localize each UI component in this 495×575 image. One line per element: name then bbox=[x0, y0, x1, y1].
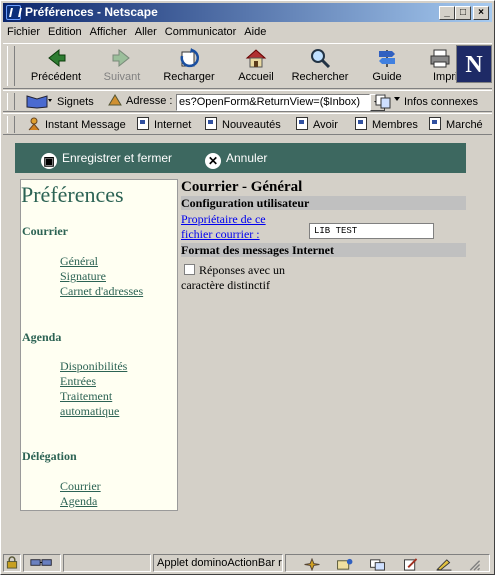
section-bar-internet-format: Format des messages Internet bbox=[181, 243, 466, 257]
section-heading-delegation: Délégation bbox=[22, 449, 77, 463]
instant-message-person-icon bbox=[28, 117, 40, 131]
section-heading-courrier: Courrier bbox=[22, 224, 68, 238]
menu-fichier[interactable]: Fichier bbox=[3, 23, 44, 42]
reload-button[interactable]: Recharger bbox=[158, 46, 220, 88]
personal-link-avoir[interactable]: Avoir bbox=[296, 117, 338, 133]
connection-cell bbox=[23, 554, 61, 572]
reload-icon bbox=[180, 48, 200, 68]
sidebar-link-signature[interactable]: Signature bbox=[60, 269, 106, 284]
back-arrow-icon bbox=[48, 48, 66, 68]
preferences-form: Courrier - Général Configuration utilisa… bbox=[180, 179, 466, 511]
toolbar-grip[interactable] bbox=[7, 116, 15, 133]
address-input[interactable]: es?OpenForm&ReturnView=($Inbox) bbox=[176, 94, 370, 111]
discussion-groups-icon[interactable] bbox=[369, 558, 387, 571]
navigator-icon[interactable] bbox=[303, 558, 321, 571]
menu-bar: Fichier Edition Afficher Aller Communicator A… bbox=[3, 23, 492, 42]
netscape-logo[interactable]: N bbox=[456, 45, 492, 83]
page-proxy-icon bbox=[108, 94, 122, 106]
bookmarks-button[interactable]: Signets bbox=[25, 93, 94, 109]
menu-afficher[interactable]: Afficher bbox=[86, 23, 131, 42]
menu-edition[interactable]: Edition bbox=[44, 23, 86, 42]
personal-toolbar: Instant Message Internet Nouveautés Avoi… bbox=[3, 113, 492, 135]
composer-icon[interactable] bbox=[402, 558, 420, 571]
owner-input[interactable]: LIB TEST bbox=[309, 223, 434, 239]
netscape-app-icon bbox=[6, 5, 21, 20]
personal-link-marche[interactable]: Marché bbox=[429, 117, 483, 133]
status-text: Applet dominoActionBar ru bbox=[153, 554, 283, 572]
page-content: ▣ Enregistrer et fermer ✕ Annuler Préféren… bbox=[13, 139, 482, 551]
section-bar-configuration: Configuration utilisateur bbox=[181, 196, 466, 210]
owner-help-link[interactable]: Propriétaire de ce fichier courrier : bbox=[181, 212, 291, 242]
status-bar: Applet dominoActionBar ru bbox=[3, 553, 492, 573]
back-button[interactable]: Précédent bbox=[25, 46, 87, 88]
action-bar: ▣ Enregistrer et fermer ✕ Annuler bbox=[15, 143, 466, 173]
sidebar-link-carnet-adresses[interactable]: Carnet d'adresses bbox=[60, 284, 143, 299]
guide-signpost-icon bbox=[379, 50, 395, 67]
save-disk-icon: ▣ bbox=[41, 153, 57, 169]
lock-icon bbox=[6, 556, 18, 569]
sidebar-link-delegation-agenda[interactable]: Agenda bbox=[60, 494, 97, 509]
bookmark-page-icon bbox=[296, 117, 308, 130]
bookmark-page-icon bbox=[429, 117, 441, 130]
sidebar-link-entrees[interactable]: Entrées bbox=[60, 374, 96, 389]
personal-link-membres[interactable]: Membres bbox=[355, 117, 418, 133]
bookmarks-icon bbox=[26, 95, 52, 109]
preferences-navigation: Préférences Courrier Général Signature C… bbox=[20, 179, 178, 511]
resize-grip-icon[interactable] bbox=[466, 558, 482, 571]
checkbox-label: Réponses avec un caractère distinctif bbox=[181, 263, 285, 292]
search-button[interactable]: Rechercher bbox=[288, 46, 352, 88]
personal-link-instant-message[interactable]: Instant Message bbox=[27, 117, 126, 133]
forward-button[interactable]: Suivant bbox=[97, 46, 147, 88]
plug-icon bbox=[30, 559, 52, 566]
print-icon bbox=[430, 49, 450, 68]
sidebar-title: Préférences bbox=[21, 182, 124, 207]
progress-cell bbox=[63, 554, 151, 572]
print-button[interactable]: Impri bbox=[423, 46, 457, 88]
window-title: Préférences - Netscape bbox=[25, 5, 158, 19]
distinctive-reply-option: Réponses avec un caractère distinctif bbox=[181, 263, 321, 293]
sidebar-link-disponibilites[interactable]: Disponibilités bbox=[60, 359, 127, 374]
home-icon bbox=[245, 49, 267, 68]
sidebar-link-delegation-courrier[interactable]: Courrier bbox=[60, 479, 101, 494]
location-toolbar: Signets Adresse : es?OpenForm&ReturnView… bbox=[3, 90, 492, 112]
messenger-icon[interactable] bbox=[336, 558, 354, 571]
form-title: Courrier - Général bbox=[181, 179, 303, 195]
security-cell[interactable] bbox=[3, 554, 21, 572]
component-bar bbox=[285, 554, 490, 572]
menu-aide[interactable]: Aide bbox=[240, 23, 270, 42]
toolbar-grip[interactable] bbox=[7, 46, 15, 86]
address-label: Adresse : bbox=[107, 93, 172, 109]
related-links-icon bbox=[375, 94, 400, 109]
cancel-x-icon: ✕ bbox=[205, 153, 221, 169]
menu-aller[interactable]: Aller bbox=[131, 23, 161, 42]
menu-communicator[interactable]: Communicator bbox=[161, 23, 241, 42]
sidebar-link-traitement-automatique[interactable]: Traitement automatique bbox=[60, 389, 140, 419]
edit-pencil-icon[interactable] bbox=[435, 558, 453, 571]
related-links-button[interactable]: Infos connexes bbox=[375, 93, 478, 109]
forward-arrow-icon bbox=[112, 48, 130, 68]
save-and-close-button[interactable]: ▣ Enregistrer et fermer bbox=[41, 150, 172, 169]
personal-link-internet[interactable]: Internet bbox=[137, 117, 191, 133]
title-bar: Préférences - Netscape _ □ × bbox=[3, 3, 492, 22]
distinctive-reply-checkbox[interactable] bbox=[184, 264, 195, 275]
search-icon bbox=[311, 49, 331, 68]
cancel-button[interactable]: ✕ Annuler bbox=[205, 150, 267, 169]
home-button[interactable]: Accueil bbox=[229, 46, 283, 88]
bookmark-page-icon bbox=[355, 117, 367, 130]
minimize-button[interactable]: _ bbox=[439, 6, 455, 20]
toolbar-grip[interactable] bbox=[7, 93, 15, 110]
personal-link-nouveautes[interactable]: Nouveautés bbox=[205, 117, 281, 133]
maximize-button[interactable]: □ bbox=[455, 6, 471, 20]
bookmark-page-icon bbox=[205, 117, 217, 130]
browser-window: Préférences - Netscape _ □ × Fichier Edit… bbox=[0, 0, 495, 575]
navigation-toolbar: Précédent Suivant Recharger Accueil Rech… bbox=[3, 43, 492, 89]
bookmark-page-icon bbox=[137, 117, 149, 130]
sidebar-link-general[interactable]: Général bbox=[60, 254, 98, 269]
section-heading-agenda: Agenda bbox=[22, 330, 62, 344]
close-button[interactable]: × bbox=[473, 6, 489, 20]
guide-button[interactable]: Guide bbox=[363, 46, 411, 88]
